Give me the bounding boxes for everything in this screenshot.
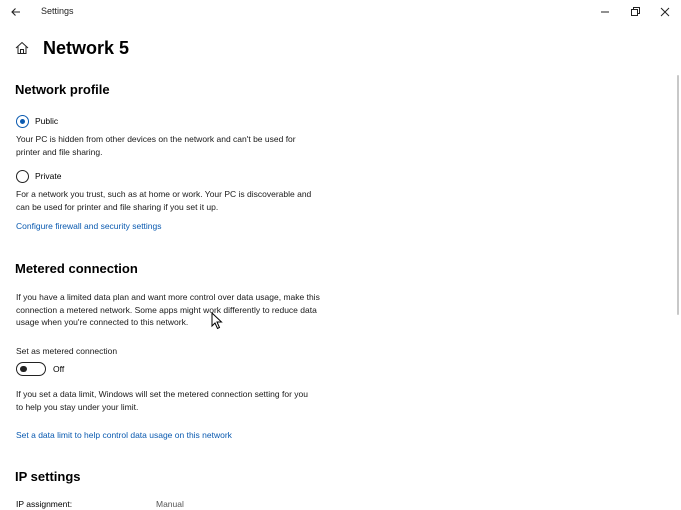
metered-toggle-state: Off — [53, 364, 65, 374]
back-button[interactable] — [8, 4, 24, 20]
network-profile-heading: Network profile — [15, 82, 110, 97]
metered-toggle[interactable] — [16, 362, 46, 376]
metered-description: If you have a limited data plan and want… — [16, 292, 320, 327]
private-radio-label: Private — [35, 171, 62, 181]
ip-assignment-value: Manual — [156, 499, 184, 509]
private-radio[interactable] — [16, 170, 29, 183]
public-radio-label: Public — [35, 116, 59, 126]
title-bar: Settings — [0, 0, 681, 24]
close-icon — [660, 7, 670, 17]
mouse-cursor-icon — [211, 312, 223, 330]
close-button[interactable] — [657, 4, 673, 20]
public-description: Your PC is hidden from other devices on … — [16, 134, 296, 157]
toggle-knob — [20, 365, 27, 372]
ip-assignment-label: IP assignment: — [16, 499, 73, 509]
vertical-scrollbar[interactable] — [677, 75, 679, 315]
metered-connection-heading: Metered connection — [15, 261, 138, 276]
data-limit-note: If you set a data limit, Windows will se… — [16, 389, 308, 412]
restore-button[interactable] — [627, 4, 643, 20]
minimize-button[interactable] — [597, 4, 613, 20]
public-radio[interactable] — [16, 115, 29, 128]
ip-settings-heading: IP settings — [15, 469, 81, 484]
configure-firewall-link[interactable]: Configure firewall and security settings — [16, 221, 162, 231]
metered-toggle-label: Set as metered connection — [16, 346, 118, 356]
page-title: Network 5 — [43, 38, 130, 58]
private-description: For a network you trust, such as at home… — [16, 189, 312, 212]
back-arrow-icon — [11, 8, 20, 16]
minimize-icon — [601, 11, 609, 13]
data-limit-link[interactable]: Set a data limit to help control data us… — [16, 430, 232, 440]
app-title: Settings — [41, 6, 74, 16]
home-icon[interactable] — [14, 40, 30, 56]
restore-icon — [631, 7, 640, 16]
